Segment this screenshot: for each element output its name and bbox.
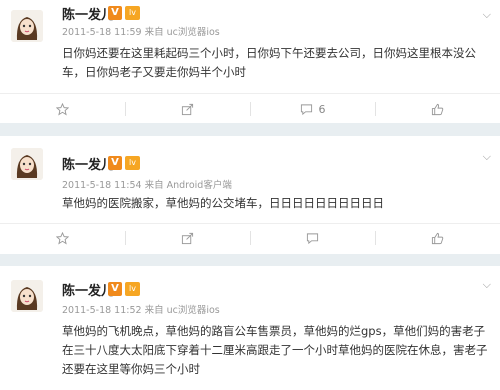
star-icon [56,231,69,245]
post-meta[interactable]: 2011-5-18 11:54 来自 Android客户端 [62,177,232,191]
comment-count: 6 [318,102,326,116]
username[interactable]: 陈一发儿 [62,154,114,173]
level-badge-icon: lv [125,6,140,20]
avatar-image [11,148,43,180]
star-icon [56,102,69,116]
avatar-image [11,10,43,42]
comment-button[interactable]: 6 [250,96,375,122]
comment-icon [300,103,312,115]
post-meta[interactable]: 2011-5-18 11:59 来自 uc浏览器ios [62,24,220,38]
chevron-down-icon[interactable]: ⌵ [483,278,491,292]
avatar-image [11,280,43,312]
share-button[interactable] [125,96,250,122]
like-button[interactable] [375,225,500,251]
post-separator [0,123,500,136]
avatar[interactable] [11,148,43,180]
post-separator [0,254,500,266]
post-text: 草他妈的医院搬家，草他妈的公交堵车，日日日日日日日日日日 [62,196,384,210]
verified-icon: V [108,282,122,296]
action-bar: 6 [0,96,500,122]
username[interactable]: 陈一发儿 [62,4,114,23]
share-icon [181,232,194,244]
avatar[interactable] [11,280,43,312]
share-button[interactable] [125,225,250,251]
verified-icon: V [108,6,122,20]
avatar[interactable] [11,10,43,42]
divider [0,93,500,94]
divider [0,223,500,224]
chevron-down-icon[interactable]: ⌵ [483,8,491,22]
comment-button[interactable] [250,225,375,251]
weibo-post: 陈一发儿 V lv 2011-5-18 11:52 来自 uc浏览器ios ⌵ … [0,266,500,390]
username[interactable]: 陈一发儿 [62,280,114,299]
favorite-button[interactable] [0,96,125,122]
chevron-down-icon[interactable]: ⌵ [483,150,491,164]
thumbs-up-icon [431,103,444,115]
weibo-post: 陈一发儿 V lv 2011-5-18 11:59 来自 uc浏览器ios ⌵ … [0,0,500,123]
action-bar [0,225,500,251]
level-badge-icon: lv [125,282,140,296]
comment-icon [306,232,319,244]
share-icon [181,103,194,115]
weibo-post: 陈一发儿 V lv 2011-5-18 11:54 来自 Android客户端 … [0,136,500,254]
thumbs-up-icon [431,232,444,244]
like-button[interactable] [375,96,500,122]
level-badge-icon: lv [125,156,140,170]
favorite-button[interactable] [0,225,125,251]
post-text: 日你妈还要在这里耗起码三个小时，日你妈下午还要去公司，日你妈这里根本没公车，日你… [62,46,476,79]
verified-icon: V [108,156,122,170]
post-meta[interactable]: 2011-5-18 11:52 来自 uc浏览器ios [62,302,220,316]
post-text: 草他妈的飞机晚点，草他妈的路盲公车售票员，草他妈的烂gps，草他们妈的害老子在三… [62,324,488,376]
